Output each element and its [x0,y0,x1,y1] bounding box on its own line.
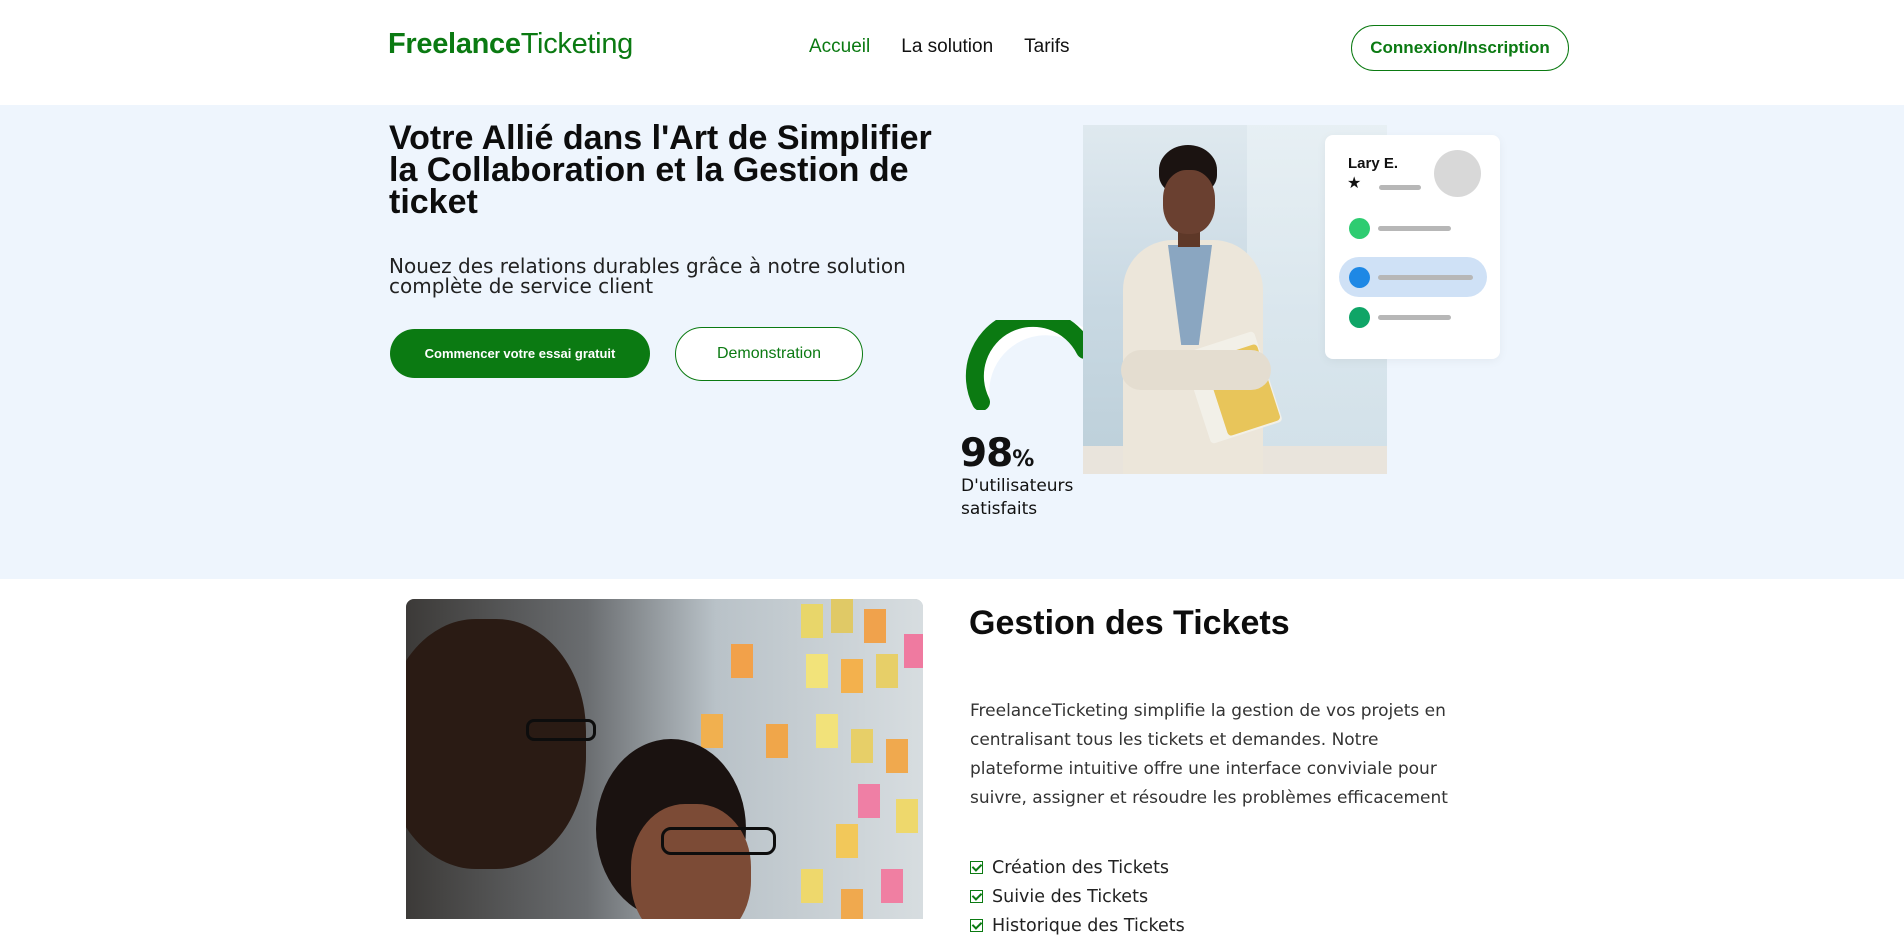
sticky-note [886,739,908,773]
sticky-note [864,609,886,643]
sticky-note [766,724,788,758]
checkbox-icon [970,861,983,874]
login-register-button[interactable]: Connexion/Inscription [1351,25,1569,71]
section-title: Gestion des Tickets [969,604,1290,642]
sticky-note [816,714,838,748]
status-dot-blue [1349,267,1370,288]
stat-value: 98% [960,431,1034,476]
list-item: Historique des Tickets [970,911,1185,940]
avatar [1434,150,1481,197]
sticky-note [801,604,823,638]
section-description: FreelanceTicketing simplifie la gestion … [970,701,1448,808]
photo-man-glasses [526,719,596,741]
sticky-note [701,714,723,748]
photo-person-arms [1121,350,1271,390]
hero-section: Votre Allié dans l'Art de Simplifier la … [0,105,1904,579]
sticky-note [801,869,823,903]
rating-line [1379,185,1421,190]
main-nav: Accueil La solution Tarifs [809,36,1070,58]
sticky-note [881,869,903,903]
placeholder-line [1378,275,1473,280]
sticky-note [831,599,853,633]
stat-label: D'utilisateurs satisfaits [961,476,1074,519]
feature-label: Suivie des Tickets [992,886,1149,907]
free-trial-button[interactable]: Commencer votre essai gratuit [390,329,650,378]
list-item: Suivie des Tickets [970,882,1185,911]
sticky-note [876,654,898,688]
feature-label: Création des Tickets [992,857,1170,878]
photo-person-face [1163,170,1215,234]
sticky-note [904,634,923,668]
checkbox-icon [970,919,983,932]
placeholder-line [1378,226,1451,231]
sticky-note [806,654,828,688]
nav-item-la-solution[interactable]: La solution [901,36,993,58]
placeholder-line [1378,315,1451,320]
photo-man [406,619,586,869]
stat-number: 98 [960,431,1013,476]
nav-item-tarifs[interactable]: Tarifs [1024,36,1069,58]
site-header: FreelanceTicketing Accueil La solution T… [0,0,1904,105]
sticky-note [841,889,863,919]
checkbox-icon [970,890,983,903]
logo[interactable]: FreelanceTicketing [388,28,633,61]
logo-light: Ticketing [520,28,634,60]
sticky-note [851,729,873,763]
list-item: Création des Tickets [970,853,1185,882]
demo-button[interactable]: Demonstration [675,327,863,381]
team-collaboration-image [406,599,923,919]
nav-item-accueil[interactable]: Accueil [809,36,870,58]
hero-title: Votre Allié dans l'Art de Simplifier la … [389,119,932,221]
stat-unit: % [1012,447,1034,472]
sticky-note [836,824,858,858]
sticky-note [896,799,918,833]
sticky-note [841,659,863,693]
sticky-note [858,784,880,818]
feature-list: Création des Tickets Suivie des Tickets … [970,853,1185,940]
photo-woman-face [631,804,751,919]
profile-card: Lary E. ★ [1325,135,1500,359]
profile-name: Lary E. [1348,155,1399,172]
status-dot-green [1349,307,1370,328]
star-icon: ★ [1347,173,1362,192]
status-dot-green-light [1349,218,1370,239]
hero-subtitle: Nouez des relations durables grâce à not… [389,254,906,298]
photo-woman-glasses [661,827,776,855]
logo-bold: Freelance [388,28,521,60]
sticky-note [731,644,753,678]
